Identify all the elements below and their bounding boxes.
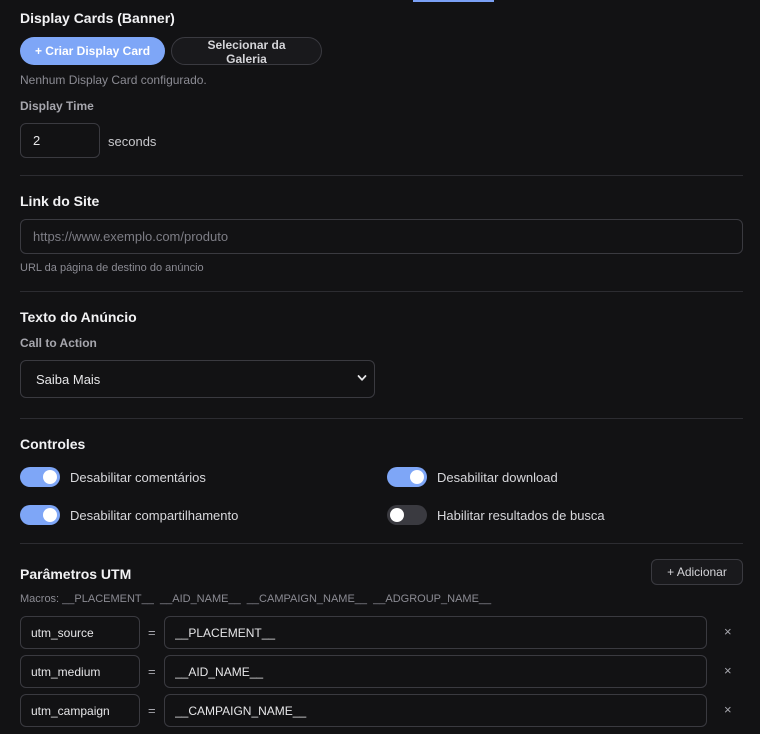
toggle-label: Desabilitar comentários bbox=[70, 469, 206, 485]
site-link-title: Link do Site bbox=[20, 193, 100, 209]
divider bbox=[20, 291, 743, 292]
active-tab-indicator bbox=[413, 0, 494, 2]
toggle-label: Desabilitar compartilhamento bbox=[70, 507, 239, 523]
toggle-switch[interactable] bbox=[387, 467, 427, 487]
toggle-label: Habilitar resultados de busca bbox=[437, 507, 605, 523]
toggle-knob bbox=[43, 508, 57, 522]
utm-value-input[interactable] bbox=[164, 616, 707, 649]
utm-macros-list: Macros: __PLACEMENT__ __AID_NAME__ __CAM… bbox=[20, 593, 492, 605]
equals-sign: = bbox=[148, 625, 156, 640]
toggle-switch[interactable] bbox=[387, 505, 427, 525]
toggle-knob bbox=[43, 470, 57, 484]
display-cards-empty-note: Nenhum Display Card configurado. bbox=[20, 73, 207, 87]
control-disable-comments: Desabilitar comentários bbox=[20, 467, 206, 487]
cta-select-wrapper: Saiba Mais bbox=[20, 360, 375, 398]
control-enable-search-results: Habilitar resultados de busca bbox=[387, 505, 605, 525]
utm-value-input[interactable] bbox=[164, 655, 707, 688]
remove-row-icon[interactable]: × bbox=[724, 663, 732, 678]
divider bbox=[20, 418, 743, 419]
display-time-label: Display Time bbox=[20, 99, 94, 113]
cta-label: Call to Action bbox=[20, 336, 97, 350]
utm-key-input[interactable] bbox=[20, 655, 140, 688]
equals-sign: = bbox=[148, 703, 156, 718]
controls-title: Controles bbox=[20, 436, 86, 452]
divider bbox=[20, 543, 743, 544]
utm-value-input[interactable] bbox=[164, 694, 707, 727]
remove-row-icon[interactable]: × bbox=[724, 702, 732, 717]
display-cards-title: Display Cards (Banner) bbox=[20, 10, 175, 26]
utm-title: Parâmetros UTM bbox=[20, 566, 132, 582]
utm-key-input[interactable] bbox=[20, 694, 140, 727]
select-from-gallery-button[interactable]: Selecionar da Galeria bbox=[171, 37, 322, 66]
toggle-knob bbox=[410, 470, 424, 484]
toggle-knob bbox=[390, 508, 404, 522]
create-display-card-button[interactable]: + Criar Display Card bbox=[20, 37, 165, 65]
utm-key-input[interactable] bbox=[20, 616, 140, 649]
remove-row-icon[interactable]: × bbox=[724, 624, 732, 639]
cta-select[interactable]: Saiba Mais bbox=[20, 360, 375, 398]
display-time-unit: seconds bbox=[108, 134, 157, 149]
display-time-input[interactable] bbox=[20, 123, 100, 158]
site-url-input[interactable] bbox=[20, 219, 743, 254]
equals-sign: = bbox=[148, 664, 156, 679]
divider bbox=[20, 175, 743, 176]
toggle-switch[interactable] bbox=[20, 467, 60, 487]
toggle-switch[interactable] bbox=[20, 505, 60, 525]
add-utm-button[interactable]: + Adicionar bbox=[651, 559, 743, 585]
ad-text-title: Texto do Anúncio bbox=[20, 309, 137, 325]
site-url-helper: URL da página de destino do anúncio bbox=[20, 262, 204, 274]
control-disable-download: Desabilitar download bbox=[387, 467, 558, 487]
chevron-down-icon bbox=[357, 375, 367, 381]
control-disable-sharing: Desabilitar compartilhamento bbox=[20, 505, 238, 525]
toggle-label: Desabilitar download bbox=[437, 469, 558, 485]
